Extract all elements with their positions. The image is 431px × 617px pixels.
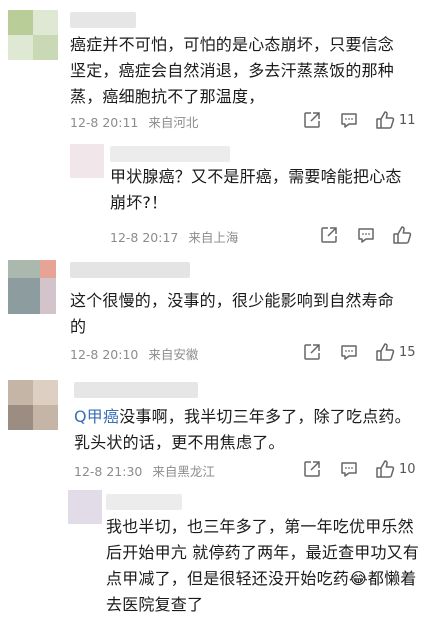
like-button[interactable]: 11	[375, 110, 416, 130]
reply-2: 我也半切，也三年多了，第一年吃优甲乐然后开始甲亢 就停药了两年，最近查甲功又有点…	[58, 488, 431, 617]
comment-location: 来自安徽	[148, 347, 199, 362]
reply-1: 甲状腺癌？又不是肝癌，需要啥能把心态崩坏?！ 12-8 20:17 来自上海	[58, 138, 431, 248]
share-button[interactable]	[303, 343, 321, 361]
like-count: 11	[399, 112, 416, 128]
comment-text: Q甲癌没事啊，我半切三年多了，除了吃点药。乳头状的话，更不用焦虑了。	[74, 404, 414, 456]
comment-icon	[341, 462, 357, 477]
comment-location: 来自上海	[188, 230, 239, 245]
topic-link[interactable]: Q甲癌	[74, 407, 119, 426]
comment-time: 12-8 20:10	[70, 347, 139, 362]
avatar[interactable]	[70, 144, 104, 178]
share-button[interactable]	[320, 226, 338, 244]
reply-button[interactable]	[340, 343, 358, 361]
comment-icon	[341, 113, 357, 128]
comment-3: Q甲癌没事啊，我半切三年多了，除了吃点药。乳头状的话，更不用焦虑了。 12-8 …	[0, 374, 431, 486]
comment-time: 12-8 20:17	[110, 230, 179, 245]
like-icon	[376, 343, 395, 361]
comment-icon	[341, 345, 357, 360]
reply-button[interactable]	[340, 460, 358, 478]
username[interactable]	[110, 146, 230, 162]
comment-time: 12-8 21:30	[74, 464, 143, 479]
like-button[interactable]: 15	[375, 342, 416, 362]
comment-2: 这个很慢的，没事的，很少能影响到自然寿命的 12-8 20:10 来自安徽 15	[0, 252, 431, 370]
comment-time: 12-8 20:11	[70, 115, 139, 130]
username[interactable]	[70, 12, 136, 28]
comment-meta: 12-8 20:10 来自安徽	[70, 344, 204, 363]
comment-text: 我也半切，也三年多了，第一年吃优甲乐然后开始甲亢 就停药了两年，最近查甲功又有点…	[106, 517, 420, 614]
comment-location: 来自河北	[148, 115, 199, 130]
comment-1: 癌症并不可怕，可怕的是心态崩坏，只要信念坚定，癌症会自然消退，多去汗蒸蒸饭的那种…	[0, 0, 431, 138]
like-count: 10	[399, 461, 416, 477]
avatar[interactable]	[68, 490, 102, 524]
comment-text: 癌症并不可怕，可怕的是心态崩坏，只要信念坚定，癌症会自然消退，多去汗蒸蒸饭的那种…	[70, 35, 395, 106]
like-icon	[376, 111, 395, 129]
username[interactable]	[74, 382, 198, 398]
reply-button[interactable]	[357, 226, 375, 244]
comment-icon	[358, 228, 374, 243]
comment-body: 没事啊，我半切三年多了，除了吃点药。乳头状的话，更不用焦虑了。	[74, 407, 411, 452]
avatar[interactable]	[8, 380, 58, 430]
comment-text: 这个很慢的，没事的，很少能影响到自然寿命的	[70, 291, 395, 336]
username[interactable]	[106, 494, 182, 510]
like-button[interactable]	[392, 225, 412, 245]
share-icon	[304, 344, 320, 360]
avatar[interactable]	[8, 10, 58, 60]
comment-location: 来自黑龙江	[152, 464, 215, 479]
like-icon	[393, 226, 412, 244]
share-button[interactable]	[303, 460, 321, 478]
comment-meta: 12-8 20:11 来自河北	[70, 112, 204, 131]
share-icon	[304, 112, 320, 128]
like-button[interactable]: 10	[375, 459, 416, 479]
share-icon	[304, 461, 320, 477]
username[interactable]	[70, 262, 190, 278]
share-icon	[321, 227, 337, 243]
comment-text: 甲状腺癌？又不是肝癌，需要啥能把心态崩坏?！	[110, 167, 402, 212]
reply-button[interactable]	[340, 111, 358, 129]
like-icon	[376, 460, 395, 478]
share-button[interactable]	[303, 111, 321, 129]
avatar[interactable]	[8, 260, 56, 314]
comment-meta: 12-8 21:30 来自黑龙江	[74, 461, 221, 480]
like-count: 15	[399, 344, 416, 360]
comment-meta: 12-8 20:17 来自上海	[110, 227, 244, 246]
